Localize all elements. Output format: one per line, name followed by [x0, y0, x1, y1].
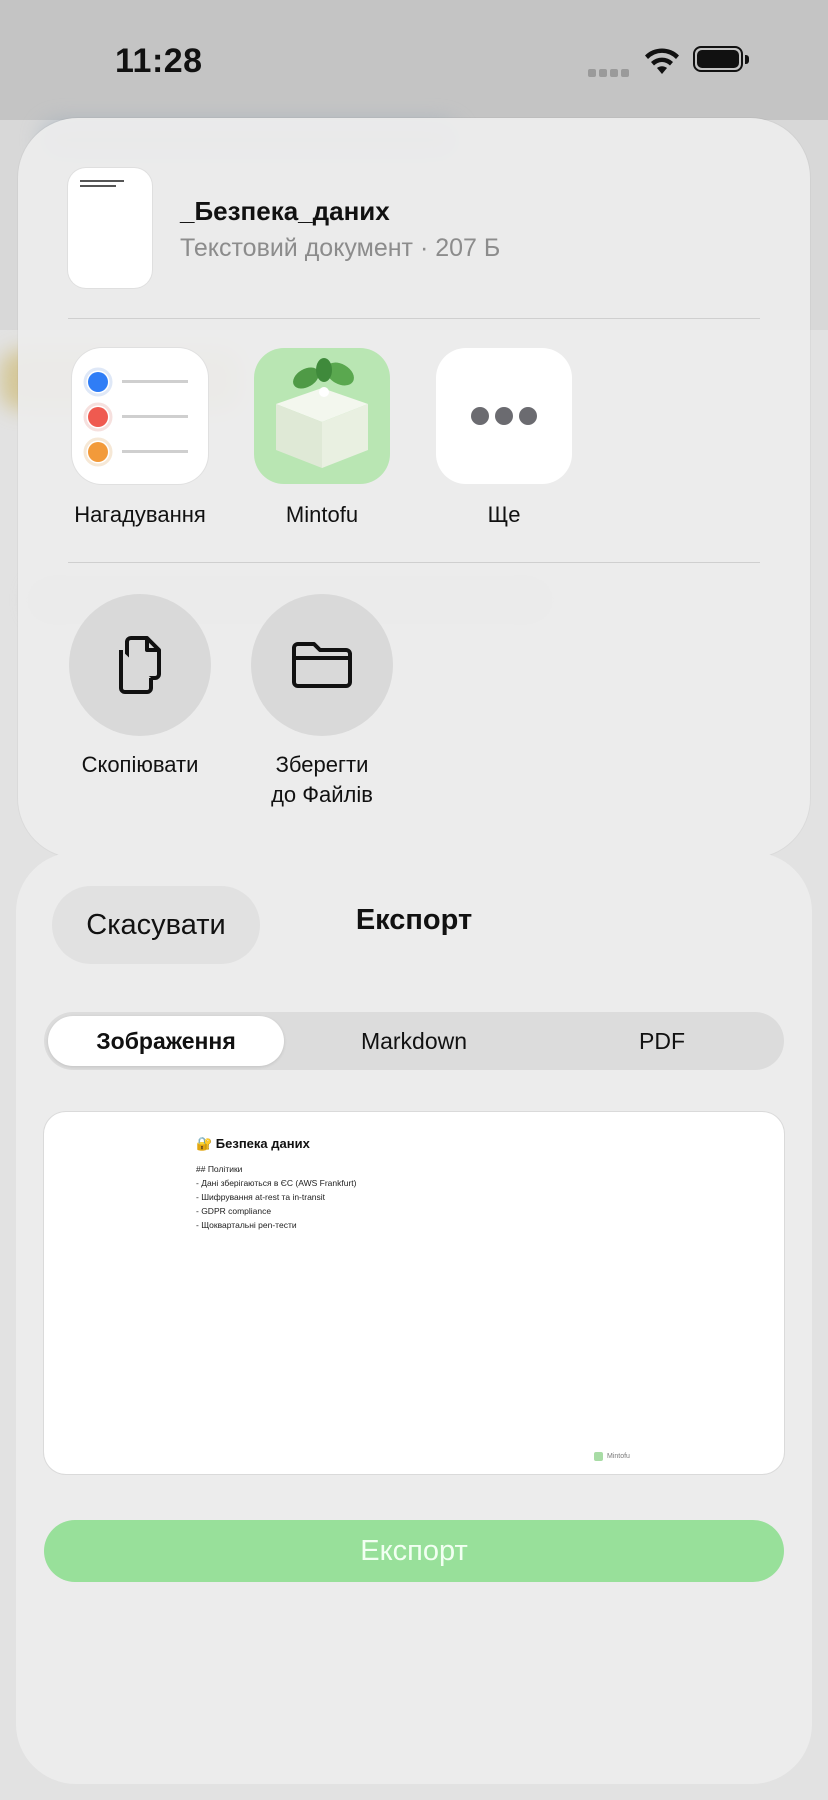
share-app-reminders[interactable]: Нагадування	[70, 348, 210, 528]
tab-image[interactable]: Зображення	[48, 1016, 284, 1066]
action-label: Скопіювати	[81, 752, 199, 777]
document-title: _Безпека_даних	[180, 196, 390, 226]
share-app-label: Нагадування	[74, 502, 206, 527]
status-time: 11:28	[115, 42, 203, 80]
divider	[68, 318, 760, 319]
battery-icon	[693, 46, 749, 74]
preview-watermark: Mintofu	[594, 1452, 630, 1461]
format-segmented-control: Зображення Markdown PDF	[44, 1012, 784, 1070]
action-copy[interactable]: Скопіювати	[60, 594, 220, 780]
more-icon	[436, 348, 572, 484]
share-app-label: Ще	[487, 502, 521, 527]
mintofu-app-icon	[254, 348, 390, 484]
copy-icon	[69, 594, 211, 736]
action-save-to-files[interactable]: Зберегти до Файлів	[242, 594, 402, 810]
wifi-icon	[645, 48, 679, 74]
preview-line: - Шифрування at-rest та in-transit	[196, 1192, 326, 1202]
cellular-signal-icon	[588, 64, 632, 77]
action-label: Зберегти до Файлів	[242, 750, 402, 810]
share-app-mintofu[interactable]: Mintofu	[252, 348, 392, 528]
action-label-line: Зберегти	[275, 752, 369, 777]
share-sheet: _Безпека_даних Текстовий документ · 207 …	[18, 118, 810, 858]
export-sheet: Скасувати Експорт Зображення Markdown PD…	[16, 852, 812, 1784]
tab-markdown[interactable]: Markdown	[294, 1016, 534, 1066]
sheet-title: Експорт	[355, 904, 473, 936]
document-thumbnail	[68, 168, 152, 288]
share-app-label: Mintofu	[285, 502, 359, 527]
document-subtitle: Текстовий документ · 207 Б	[180, 234, 501, 262]
mintofu-logo-icon	[594, 1452, 603, 1461]
preview-line: - Щоквартальні pen-тести	[196, 1220, 297, 1230]
share-app-more[interactable]: Ще	[434, 348, 574, 528]
tab-pdf[interactable]: PDF	[544, 1016, 780, 1066]
preview-line: ## Політики	[196, 1164, 243, 1174]
reminders-icon	[72, 348, 208, 484]
folder-icon	[251, 594, 393, 736]
preview-line: - GDPR compliance	[196, 1206, 272, 1216]
preview-brand: Mintofu	[607, 1453, 630, 1460]
preview-title: 🔐 Безпека даних	[196, 1136, 310, 1151]
export-button[interactable]: Експорт	[44, 1520, 784, 1582]
divider	[68, 562, 760, 563]
export-preview: 🔐 Безпека даних ## Політики - Дані збері…	[44, 1112, 784, 1474]
preview-line: - Дані зберігаються в ЄС (AWS Frankfurt)	[196, 1178, 357, 1188]
action-label-line: до Файлів	[271, 782, 373, 807]
status-bar: 11:28	[0, 0, 828, 120]
